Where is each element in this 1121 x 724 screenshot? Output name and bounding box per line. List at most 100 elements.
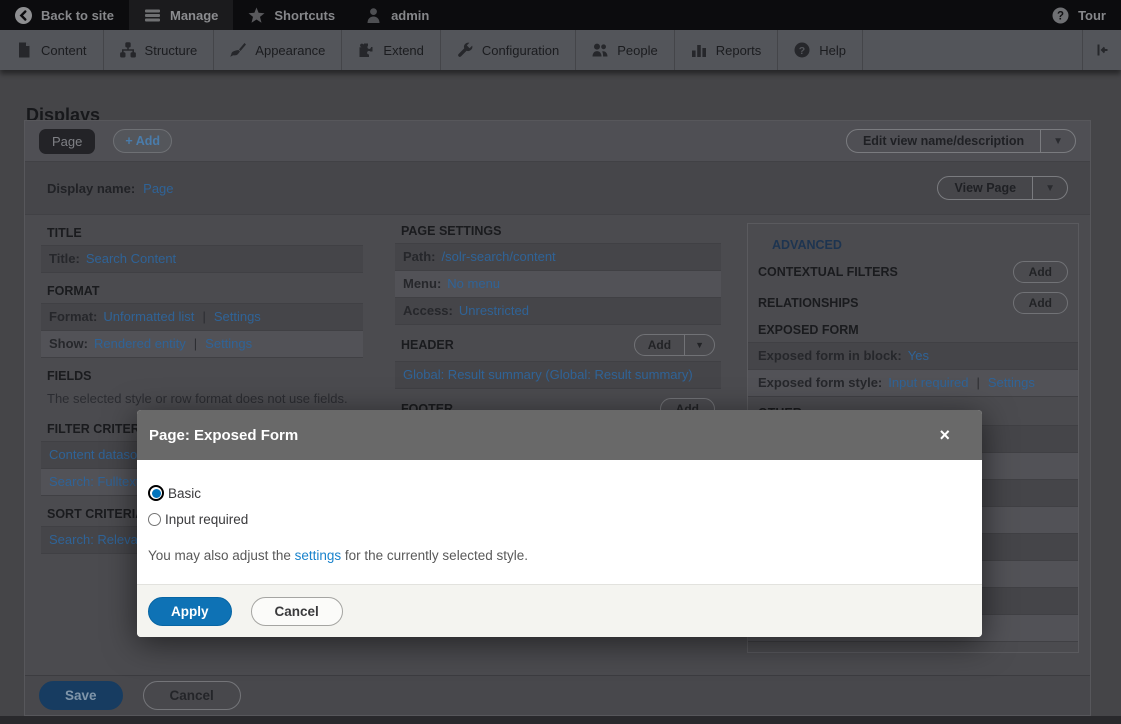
manage-label: Manage [170, 8, 218, 23]
path-value-link[interactable]: /solr-search/content [442, 249, 556, 264]
dialog-titlebar[interactable]: Page: Exposed Form × [137, 410, 982, 460]
help-icon: ? [794, 42, 810, 58]
dialog-buttonpane: Apply Cancel [137, 584, 982, 637]
show-row[interactable]: Show: Rendered entity | Settings [41, 331, 363, 358]
radio-option-label: Input required [165, 512, 248, 527]
section-exposed-form-header: EXPOSED FORM [748, 323, 1078, 337]
format-value-link[interactable]: Unformatted list [103, 309, 194, 324]
add-display-label: Add [136, 134, 160, 148]
separator: | [202, 309, 205, 324]
access-value-link[interactable]: Unrestricted [459, 303, 529, 318]
show-label: Show: [49, 336, 88, 351]
header-result-summary-link[interactable]: Global: Result summary (Global: Result s… [403, 367, 693, 382]
menu-row[interactable]: Menu: No menu [395, 271, 721, 298]
separator: | [194, 336, 197, 351]
contextual-filters-add-button[interactable]: Add [1013, 261, 1068, 283]
menu-item-configuration[interactable]: Configuration [441, 30, 576, 70]
toolbar-item-admin[interactable]: admin [350, 0, 444, 30]
menu-item-extend[interactable]: Extend [342, 30, 440, 70]
question-mark-icon: ? [1052, 7, 1069, 24]
menu-label: Menu: [403, 276, 441, 291]
display-name-link[interactable]: Page [143, 181, 173, 196]
toolbar-item-manage[interactable]: Manage [129, 0, 233, 30]
radio-button-icon[interactable] [148, 513, 161, 526]
exposed-block-value-link[interactable]: Yes [908, 348, 929, 363]
radio-option-basic[interactable]: Basic [148, 485, 971, 501]
format-row[interactable]: Format: Unformatted list | Settings [41, 304, 363, 331]
chevron-down-icon[interactable]: ▼ [1032, 177, 1067, 199]
menu-item-label: Appearance [255, 43, 325, 58]
section-format-header: FORMAT [41, 284, 363, 298]
display-top-bar: Display name: Page View Page ▼ [25, 162, 1090, 215]
shortcuts-label: Shortcuts [274, 8, 335, 23]
path-row[interactable]: Path:/solr-search/content [395, 244, 721, 271]
separator: | [977, 375, 980, 390]
edit-view-name-button[interactable]: Edit view name/description ▼ [846, 129, 1076, 153]
advanced-toggle[interactable]: ADVANCED [748, 238, 1078, 252]
title-value-link[interactable]: Search Content [86, 251, 176, 266]
menu-item-content[interactable]: Content [0, 30, 104, 70]
show-settings-link[interactable]: Settings [205, 336, 252, 351]
back-to-site-label: Back to site [41, 8, 114, 23]
wrench-icon [457, 42, 473, 58]
document-icon [16, 42, 32, 58]
display-tab-page[interactable]: Page [39, 129, 95, 154]
admin-label: admin [391, 8, 429, 23]
edit-view-name-label: Edit view name/description [847, 130, 1040, 152]
menu-item-people[interactable]: People [576, 30, 674, 70]
radio-button-icon[interactable] [148, 485, 164, 501]
menu-item-label: Help [819, 43, 846, 58]
svg-text:?: ? [799, 45, 805, 57]
back-to-site-button[interactable]: Back to site [0, 0, 129, 30]
settings-link[interactable]: settings [295, 548, 342, 563]
menu-item-reports[interactable]: Reports [675, 30, 779, 70]
view-page-button[interactable]: View Page ▼ [937, 176, 1068, 200]
section-page-settings-header: PAGE SETTINGS [395, 224, 721, 238]
close-icon[interactable]: × [929, 426, 970, 444]
menu-item-label: Content [41, 43, 87, 58]
exposed-form-style-row[interactable]: Exposed form style:Input required|Settin… [748, 370, 1078, 397]
exposed-style-settings-link[interactable]: Settings [988, 375, 1035, 390]
menu-item-label: Extend [383, 43, 423, 58]
collapse-left-icon [1094, 42, 1110, 58]
plus-icon: + [125, 134, 132, 148]
exposed-style-value-link[interactable]: Input required [888, 375, 968, 390]
title-row[interactable]: Title:Search Content [41, 246, 363, 273]
sitemap-icon [120, 42, 136, 58]
radio-option-label: Basic [168, 486, 201, 501]
exposed-form-dialog: Page: Exposed Form × Basic Input require… [137, 410, 982, 637]
tour-button[interactable]: ? Tour [1037, 0, 1121, 30]
cancel-button[interactable]: Cancel [143, 681, 241, 710]
menu-item-label: Structure [145, 43, 198, 58]
dialog-cancel-button[interactable]: Cancel [251, 597, 343, 626]
show-value-link[interactable]: Rendered entity [94, 336, 186, 351]
menu-item-structure[interactable]: Structure [104, 30, 215, 70]
toolbar-item-shortcuts[interactable]: Shortcuts [233, 0, 350, 30]
toolbar-orientation-toggle[interactable] [1083, 30, 1121, 70]
apply-button[interactable]: Apply [148, 597, 232, 626]
chevron-down-icon[interactable]: ▼ [1040, 130, 1075, 152]
header-add-button[interactable]: Add ▼ [634, 334, 715, 356]
style-adjust-note: You may also adjust the settings for the… [148, 548, 971, 563]
exposed-block-label: Exposed form in block: [758, 348, 902, 363]
user-icon [365, 7, 382, 24]
exposed-form-block-row[interactable]: Exposed form in block: Yes [748, 343, 1078, 370]
format-label: Format: [49, 309, 97, 324]
menu-item-appearance[interactable]: Appearance [214, 30, 342, 70]
menu-value-link[interactable]: No menu [447, 276, 500, 291]
menu-item-label: People [617, 43, 657, 58]
chevron-down-icon[interactable]: ▼ [684, 335, 714, 355]
add-display-button[interactable]: + Add [113, 129, 172, 153]
format-settings-link[interactable]: Settings [214, 309, 261, 324]
menu-item-help[interactable]: ? Help [778, 30, 863, 70]
radio-option-input-required[interactable]: Input required [148, 512, 971, 527]
puzzle-icon [358, 42, 374, 58]
save-button[interactable]: Save [39, 681, 123, 710]
header-global-row[interactable]: Global: Result summary (Global: Result s… [395, 362, 721, 389]
back-arrow-icon [15, 7, 32, 24]
relationships-add-button[interactable]: Add [1013, 292, 1068, 314]
note-text: You may also adjust the [148, 548, 295, 563]
access-row[interactable]: Access: Unrestricted [395, 298, 721, 325]
fields-note: The selected style or row format does no… [41, 388, 363, 411]
access-label: Access: [403, 303, 453, 318]
